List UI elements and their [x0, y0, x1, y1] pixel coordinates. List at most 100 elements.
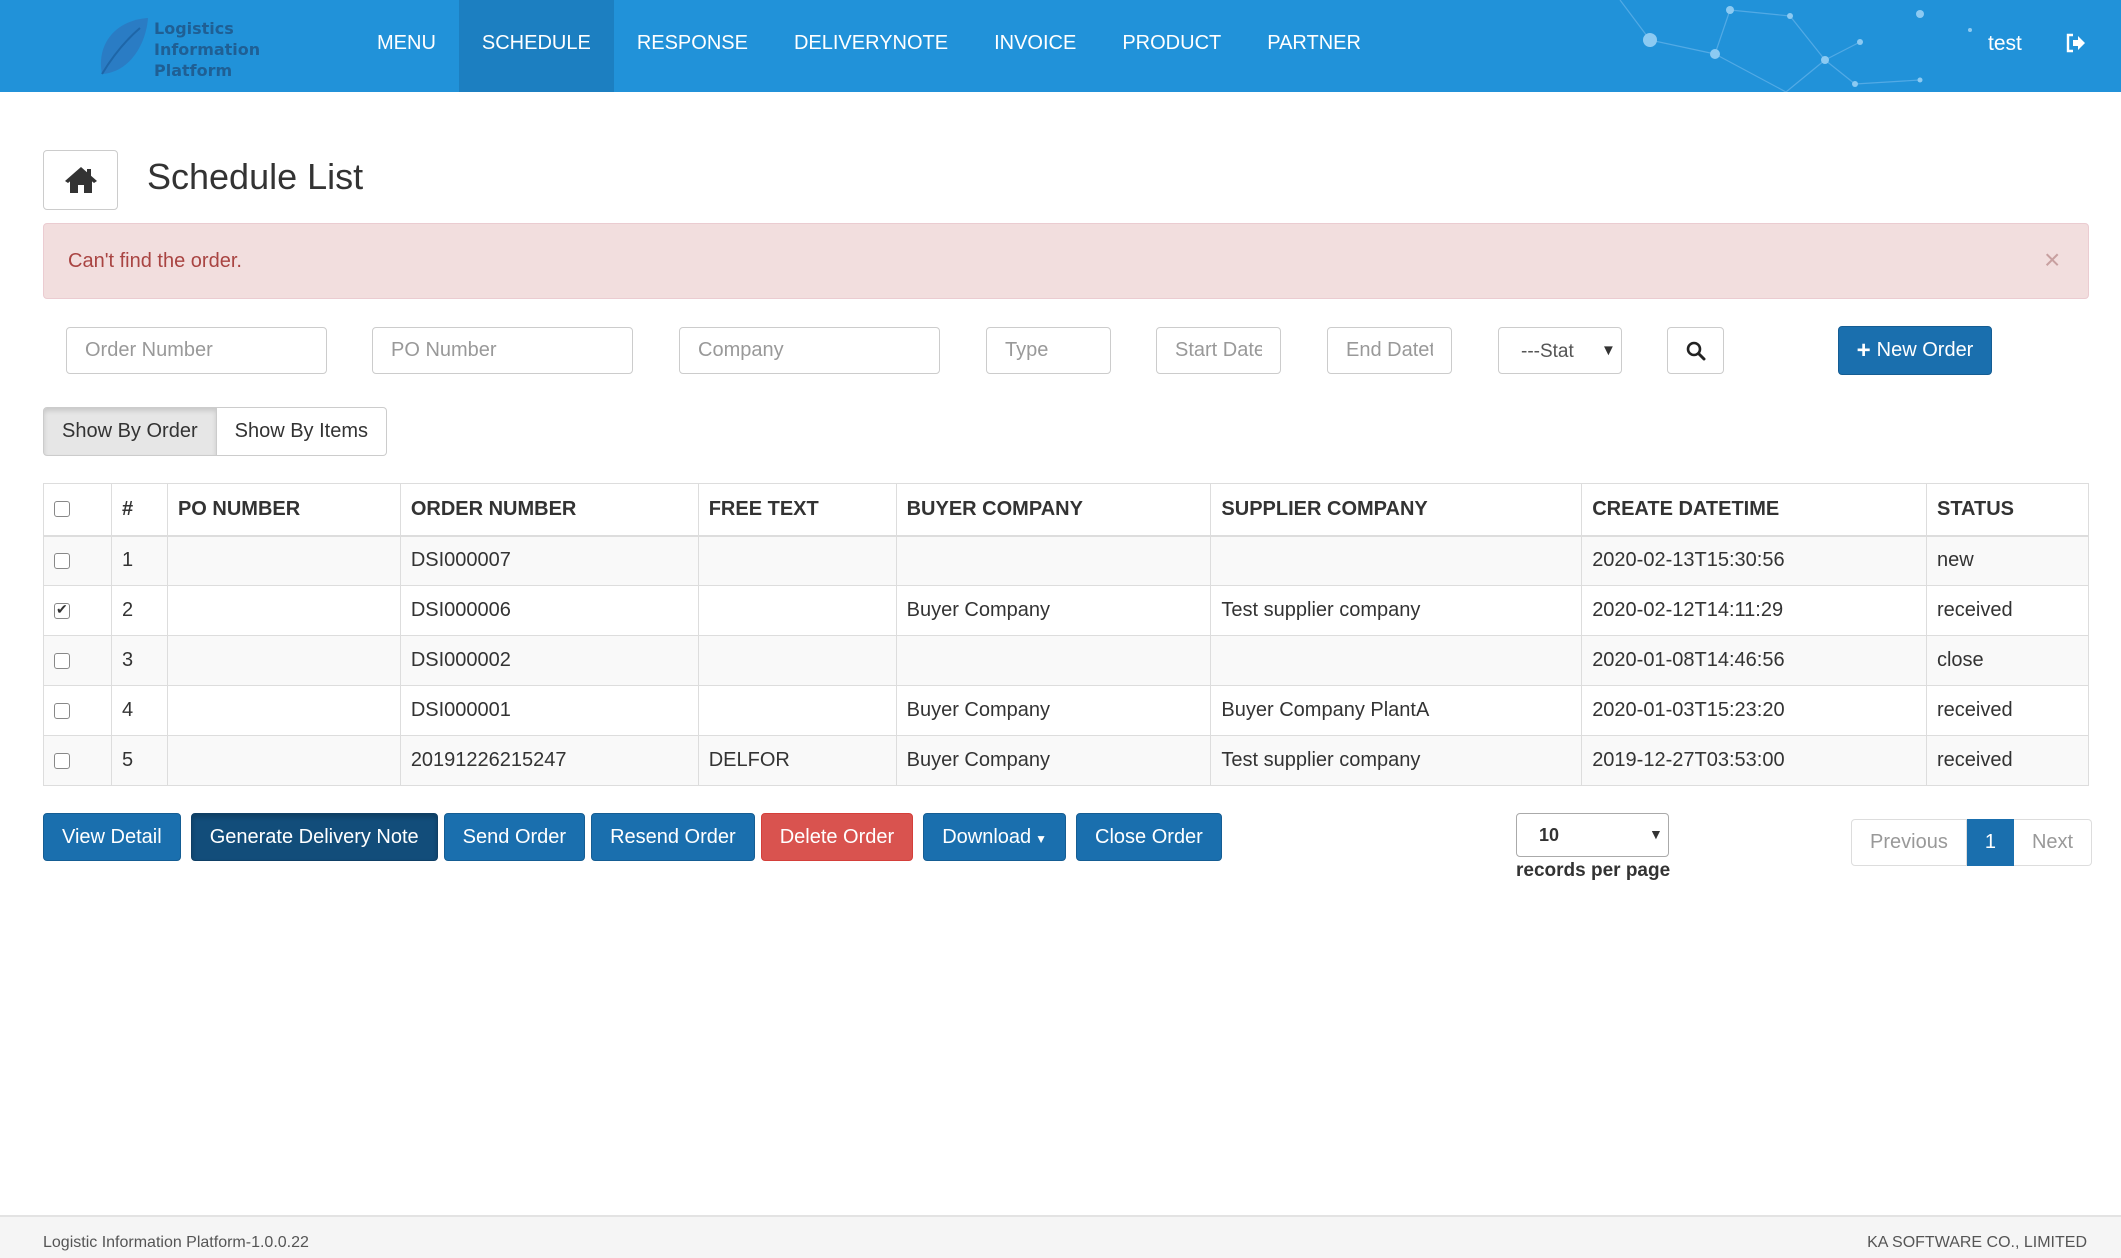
show-by-order-button[interactable]: Show By Order	[43, 407, 217, 456]
nav-schedule[interactable]: SCHEDULE	[458, 0, 614, 92]
row-select-cell	[43, 635, 112, 686]
search-icon	[1686, 341, 1705, 360]
logout-icon[interactable]	[2065, 32, 2087, 54]
row-checkbox[interactable]	[54, 752, 70, 769]
chevron-down-icon: ▼	[1649, 826, 1663, 842]
col-header-order-number: ORDER NUMBER	[399, 483, 699, 537]
action-buttons: View Detail Generate Delivery Note Send …	[43, 813, 1222, 861]
home-button[interactable]	[43, 150, 118, 210]
row-create-datetime: 2019-12-27T03:53:00	[1581, 735, 1927, 786]
nav-product[interactable]: PRODUCT	[1099, 0, 1244, 92]
page-1-button[interactable]: 1	[1966, 819, 2014, 866]
row-num: 1	[110, 535, 168, 586]
row-po-number	[166, 635, 401, 686]
row-free-text	[697, 635, 897, 686]
nav-deliverynote[interactable]: DELIVERYNOTE	[771, 0, 971, 92]
row-num: 2	[110, 585, 168, 636]
table-row[interactable]: 2 DSI000006 Buyer Company Test supplier …	[43, 585, 2090, 636]
search-button[interactable]	[1667, 327, 1724, 374]
row-checkbox[interactable]	[54, 552, 70, 569]
table-header-row: # PO NUMBER ORDER NUMBER FREE TEXT BUYER…	[43, 483, 2090, 537]
app-logo[interactable]: Logistics Information Platform	[96, 14, 286, 80]
row-buyer-company: Buyer Company	[895, 685, 1212, 736]
chevron-down-icon: ▼	[1601, 342, 1616, 359]
view-toggle: Show By Order Show By Items	[43, 407, 387, 456]
row-free-text	[697, 685, 897, 736]
type-input[interactable]	[986, 327, 1111, 374]
row-checkbox[interactable]	[54, 652, 70, 669]
row-order-number: 20191226215247	[399, 735, 699, 786]
row-po-number	[166, 685, 401, 736]
row-select-cell	[43, 585, 112, 636]
page-size-select[interactable]: 10 ▼	[1516, 813, 1669, 857]
row-supplier-company	[1210, 535, 1583, 586]
row-supplier-company	[1210, 635, 1583, 686]
row-select-cell	[43, 735, 112, 786]
row-create-datetime: 2020-02-12T14:11:29	[1581, 585, 1927, 636]
home-icon	[64, 167, 97, 193]
leaf-logo-icon	[100, 18, 148, 75]
previous-page-button[interactable]: Previous	[1851, 819, 1967, 866]
select-all-cell	[43, 483, 112, 537]
download-label: Download	[942, 826, 1032, 848]
nav-response[interactable]: RESPONSE	[614, 0, 771, 92]
page-size-value: 10	[1539, 825, 1560, 845]
status-select-value: ---Stat	[1521, 341, 1574, 362]
download-dropdown-button[interactable]: Download ▼	[923, 813, 1067, 861]
order-number-input[interactable]	[66, 327, 327, 374]
row-po-number	[166, 585, 401, 636]
page-size-label: records per page	[1516, 860, 1671, 881]
error-alert: Can't find the order. ×	[43, 223, 2089, 299]
select-all-checkbox[interactable]	[54, 501, 70, 518]
table-row[interactable]: 4 DSI000001 Buyer Company Buyer Company …	[43, 685, 2090, 736]
row-buyer-company	[895, 635, 1212, 686]
table-row[interactable]: 1 DSI000007 2020-02-13T15:30:56 new	[43, 535, 2090, 586]
row-create-datetime: 2020-02-13T15:30:56	[1581, 535, 1927, 586]
footer-version: Logistic Information Platform-1.0.0.22	[43, 1234, 309, 1251]
col-header-num: #	[110, 483, 168, 537]
end-date-input[interactable]	[1327, 327, 1452, 374]
generate-delivery-note-button[interactable]: Generate Delivery Note	[190, 813, 438, 861]
top-navbar: Logistics Information Platform MENU SCHE…	[0, 0, 2121, 92]
row-buyer-company: Buyer Company	[895, 735, 1212, 786]
close-order-button[interactable]: Close Order	[1076, 813, 1222, 861]
next-page-button[interactable]: Next	[2013, 819, 2093, 866]
new-order-label: New Order	[1876, 339, 1974, 361]
row-create-datetime: 2020-01-03T15:23:20	[1581, 685, 1927, 736]
row-free-text	[697, 535, 897, 586]
row-checkbox[interactable]	[54, 601, 70, 619]
user-name[interactable]: test	[1988, 0, 2022, 88]
company-input[interactable]	[679, 327, 940, 374]
show-by-items-button[interactable]: Show By Items	[216, 407, 387, 456]
resend-order-button[interactable]: Resend Order	[591, 813, 755, 861]
col-header-create-datetime: CREATE DATETIME	[1581, 483, 1927, 537]
row-supplier-company: Test supplier company	[1210, 585, 1583, 636]
row-po-number	[166, 535, 401, 586]
row-num: 3	[110, 635, 168, 686]
new-order-button[interactable]: + New Order	[1838, 326, 1992, 375]
nav-partner[interactable]: PARTNER	[1244, 0, 1384, 92]
send-order-button[interactable]: Send Order	[443, 813, 586, 861]
col-header-supplier-company: SUPPLIER COMPANY	[1210, 483, 1583, 537]
main-nav: MENU SCHEDULE RESPONSE DELIVERYNOTE INVO…	[354, 0, 1384, 92]
col-header-status: STATUS	[1925, 483, 2090, 537]
brand-line-1: Logistics	[154, 19, 234, 38]
col-header-free-text: FREE TEXT	[697, 483, 897, 537]
row-status: received	[1925, 735, 2090, 786]
row-num: 4	[110, 685, 168, 736]
pagination: Previous 1 Next	[1851, 819, 2093, 866]
table-row[interactable]: 5 20191226215247 DELFOR Buyer Company Te…	[43, 735, 2090, 786]
alert-close-button[interactable]: ×	[2044, 242, 2060, 278]
start-date-input[interactable]	[1156, 327, 1281, 374]
plus-icon: +	[1856, 336, 1871, 364]
status-select[interactable]: ---Stat ▼	[1498, 327, 1622, 374]
delete-order-button[interactable]: Delete Order	[760, 813, 914, 861]
footer: Logistic Information Platform-1.0.0.22 K…	[0, 1215, 2121, 1258]
po-number-input[interactable]	[372, 327, 633, 374]
view-detail-button[interactable]: View Detail	[43, 813, 181, 861]
row-checkbox[interactable]	[54, 702, 70, 719]
table-row[interactable]: 3 DSI000002 2020-01-08T14:46:56 close	[43, 635, 2090, 686]
nav-menu[interactable]: MENU	[354, 0, 459, 92]
row-supplier-company: Buyer Company PlantA	[1210, 685, 1583, 736]
nav-invoice[interactable]: INVOICE	[971, 0, 1099, 92]
